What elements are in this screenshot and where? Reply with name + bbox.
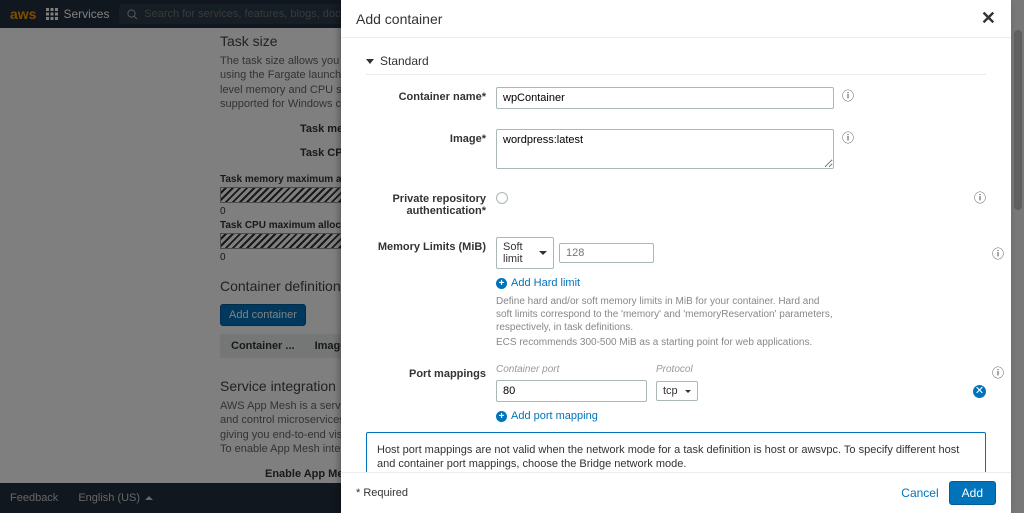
info-icon[interactable]: ⓘ — [992, 245, 1004, 262]
container-name-label: Container name* — [366, 87, 496, 103]
protocol-select[interactable]: tcp — [656, 381, 698, 401]
info-icon[interactable]: ⓘ — [974, 189, 986, 206]
plus-icon: + — [496, 411, 507, 422]
add-button[interactable]: Add — [949, 481, 996, 505]
remove-port-button[interactable]: ✕ — [973, 385, 986, 398]
image-input[interactable]: wordpress:latest — [496, 129, 834, 169]
private-repo-row: Private repository authentication* ⓘ — [366, 189, 986, 217]
standard-heading: Standard — [380, 54, 429, 68]
modal-footer: * Required Cancel Add — [341, 472, 1011, 513]
container-name-input[interactable] — [496, 87, 834, 109]
image-row: Image* wordpress:latest ⓘ — [366, 129, 986, 169]
add-container-modal: Add container ✕ Standard Container name*… — [341, 0, 1011, 513]
cancel-button[interactable]: Cancel — [901, 486, 938, 500]
memory-limits-label: Memory Limits (MiB) — [366, 237, 496, 253]
info-icon[interactable]: ⓘ — [842, 129, 854, 146]
private-repo-label: Private repository authentication* — [366, 189, 496, 217]
info-icon[interactable]: ⓘ — [842, 87, 854, 104]
memory-value-input[interactable] — [559, 243, 654, 263]
image-label: Image* — [366, 129, 496, 145]
modal-body: Standard Container name* ⓘ Image* wordpr… — [341, 38, 1011, 472]
chevron-down-icon — [539, 251, 547, 255]
container-name-row: Container name* ⓘ — [366, 87, 986, 109]
private-repo-toggle[interactable] — [496, 192, 508, 204]
port-mappings-label: Port mappings — [366, 364, 496, 380]
add-hard-limit-link[interactable]: + Add Hard limit — [496, 277, 580, 289]
modal-title: Add container — [356, 11, 442, 27]
port-mappings-row: Port mappings Container port Protocol ⓘ … — [366, 364, 986, 422]
protocol-col-label: Protocol — [656, 364, 693, 375]
modal-header: Add container ✕ — [341, 0, 1011, 38]
caret-down-icon — [366, 59, 374, 64]
modal-close-button[interactable]: ✕ — [981, 8, 996, 29]
container-port-input[interactable] — [496, 380, 647, 402]
required-note: * Required — [356, 487, 408, 499]
plus-icon: + — [496, 278, 507, 289]
info-icon[interactable]: ⓘ — [992, 364, 1004, 381]
memory-help-text-2: ECS recommends 300-500 MiB as a starting… — [496, 336, 812, 349]
container-port-col-label: Container port — [496, 364, 656, 375]
standard-section-header[interactable]: Standard — [366, 48, 986, 75]
memory-help-text-1: Define hard and/or soft memory limits in… — [496, 295, 836, 334]
add-port-mapping-link[interactable]: + Add port mapping — [496, 410, 598, 422]
memory-limits-row: Memory Limits (MiB) Soft limit ⓘ + Add H… — [366, 237, 986, 349]
port-info-box: Host port mappings are not valid when th… — [366, 432, 986, 472]
chevron-down-icon — [685, 390, 691, 393]
memory-type-select[interactable]: Soft limit — [496, 237, 554, 269]
